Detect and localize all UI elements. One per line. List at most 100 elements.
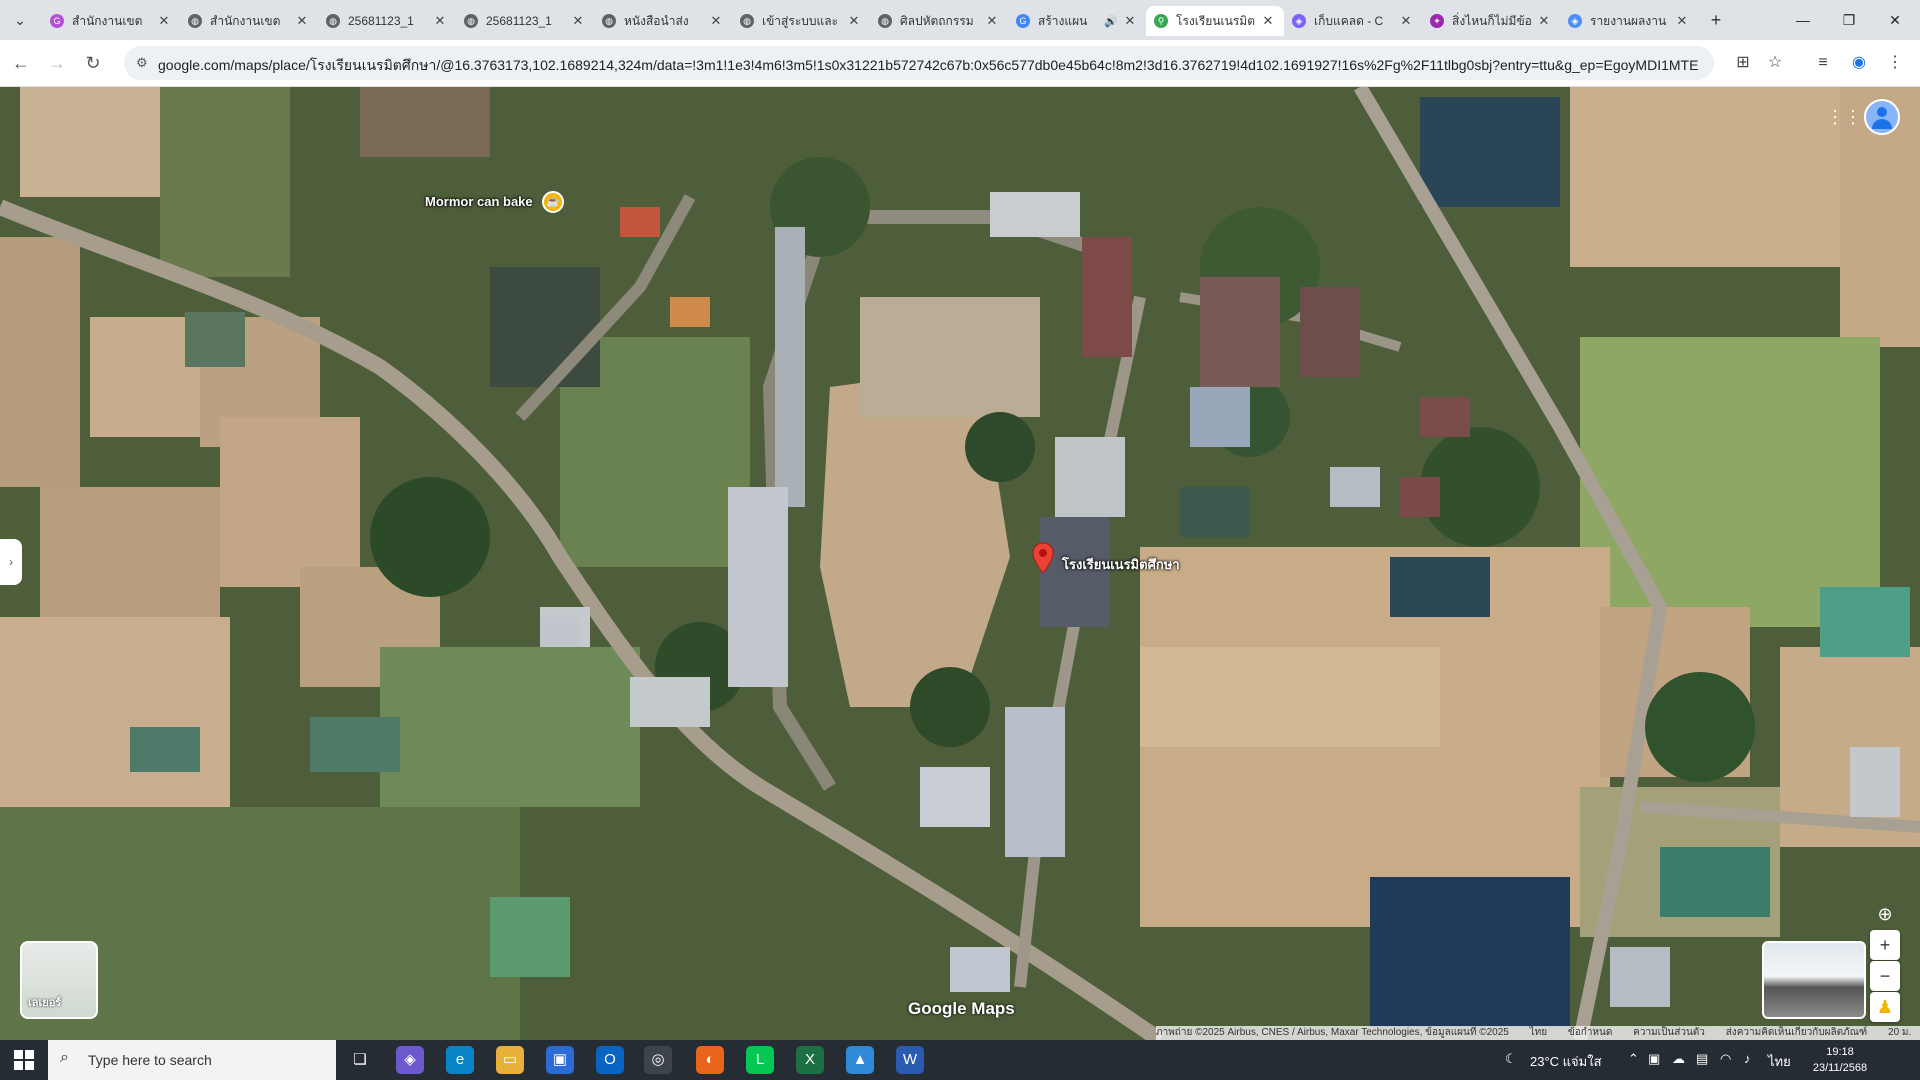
tray-app-icon[interactable]: ▣ (1648, 1051, 1660, 1067)
site-info-icon[interactable]: ⚙ (136, 55, 152, 71)
pegman-icon[interactable]: ♟ (1870, 992, 1900, 1022)
address-bar[interactable]: ⚙ google.com/maps/place/โรงเรียนเนรมิตศึ… (124, 46, 1714, 80)
chrome-app-icon[interactable]: ◎ (644, 1046, 672, 1074)
browser-tab[interactable]: ◍ 25681123_1 ✕ (456, 6, 594, 36)
bookmark-star-icon[interactable]: ☆ (1764, 52, 1786, 74)
expand-side-panel-button[interactable]: › (0, 539, 22, 585)
browser-tab[interactable]: ◍ 25681123_1 ✕ (318, 6, 456, 36)
place-label[interactable]: โรงเรียนเนรมิตศึกษา (1062, 554, 1180, 575)
volume-icon[interactable]: ♪ (1744, 1051, 1751, 1066)
browser-toolbar: ← → ↻ ⚙ google.com/maps/place/โรงเรียนเน… (0, 40, 1920, 87)
firefox-app-icon[interactable]: ◐ (696, 1046, 724, 1074)
browser-tab[interactable]: ◈ เก็บแคลด - C ✕ (1284, 6, 1422, 36)
new-tab-button[interactable]: + (1706, 10, 1726, 30)
edge-app-icon[interactable]: e (446, 1046, 474, 1074)
browser-tab[interactable]: ◍ เข้าสู่ระบบและ ✕ (732, 6, 870, 36)
photos-app-icon[interactable]: ▲ (846, 1046, 874, 1074)
google-icon: G (1016, 14, 1030, 28)
globe-icon: ◍ (602, 14, 616, 28)
restore-button[interactable]: ❐ (1826, 8, 1872, 32)
language-link[interactable]: ไทย (1530, 1027, 1547, 1038)
map-attribution: ภาพถ่าย ©2025 Airbus, CNES / Airbus, Max… (1156, 1026, 1920, 1040)
close-tab-icon[interactable]: ✕ (1122, 13, 1138, 29)
excel-app-icon[interactable]: X (796, 1046, 824, 1074)
grammarly-icon: G (50, 14, 64, 28)
taskbar-search-box[interactable]: ⌕ Type here to search (48, 1040, 336, 1080)
browser-tab[interactable]: G สร้างแผน 🔊 ✕ (1008, 6, 1146, 36)
display-icon[interactable]: ▤ (1696, 1051, 1708, 1067)
browser-tab[interactable]: ◍ สำนักงานเขต ✕ (180, 6, 318, 36)
feedback-link[interactable]: ส่งความคิดเห็นเกี่ยวกับผลิตภัณฑ์ (1726, 1027, 1868, 1038)
close-tab-icon[interactable]: ✕ (570, 13, 586, 29)
install-app-icon[interactable]: ⊞ (1732, 52, 1754, 74)
close-tab-icon[interactable]: ✕ (708, 13, 724, 29)
browser-tab[interactable]: ◍ หนังสือนำส่ง ✕ (594, 6, 732, 36)
globe-icon: ◍ (878, 14, 892, 28)
close-tab-icon[interactable]: ✕ (432, 13, 448, 29)
taskbar-clock[interactable]: 19:18 23/11/2568 (1800, 1044, 1880, 1076)
close-tab-icon[interactable]: ✕ (1398, 13, 1414, 29)
reload-button[interactable]: ↻ (82, 52, 104, 74)
zoom-out-button[interactable]: − (1870, 961, 1900, 991)
input-language[interactable]: ไทย (1768, 1051, 1791, 1072)
close-tab-icon[interactable]: ✕ (156, 13, 172, 29)
close-tab-icon[interactable]: ✕ (984, 13, 1000, 29)
browser-tab[interactable]: ◈ รายงานผลงาน ✕ (1560, 6, 1698, 36)
wifi-icon[interactable]: ◠ (1720, 1051, 1731, 1067)
close-tab-icon[interactable]: ✕ (1674, 13, 1690, 29)
browser-tab[interactable]: ◍ ศิลปหัตถกรรม ✕ (870, 6, 1008, 36)
layers-button[interactable]: เลเยอร์ (20, 941, 98, 1019)
back-button[interactable]: ← (10, 52, 32, 74)
browser-tab[interactable]: ✦ สิ่งไหนก็ไม่มีข้อ ✕ (1422, 6, 1560, 36)
outlook-app-icon[interactable]: O (596, 1046, 624, 1074)
copilot-app-icon[interactable]: ◈ (396, 1046, 424, 1074)
task-view-icon[interactable]: ❏ (346, 1046, 374, 1074)
weather-icon[interactable]: ☾ (1505, 1051, 1517, 1067)
media-control-icon[interactable]: ≡ (1812, 52, 1834, 74)
windows-start-icon[interactable] (14, 1050, 34, 1070)
tab-title: สิ่งไหนก็ไม่มีข้อ (1452, 13, 1532, 28)
scale-bar[interactable]: 20 ม. (1888, 1027, 1911, 1038)
close-tab-icon[interactable]: ✕ (1260, 13, 1276, 29)
close-tab-icon[interactable]: ✕ (294, 13, 310, 29)
tray-chevron-icon[interactable]: ⌃ (1628, 1051, 1639, 1067)
onedrive-icon[interactable]: ☁ (1672, 1051, 1685, 1067)
terms-link[interactable]: ข้อกำหนด (1568, 1027, 1612, 1038)
store-app-icon[interactable]: ▣ (546, 1046, 574, 1074)
browser-tab[interactable]: G สำนักงานเขต ✕ (42, 6, 180, 36)
forward-button[interactable]: → (46, 52, 68, 74)
tab-search-chevron-icon[interactable]: ⌄ (10, 10, 30, 30)
cafe-poi-icon[interactable]: ☕ (542, 191, 564, 213)
word-app-icon[interactable]: W (896, 1046, 924, 1074)
satellite-map[interactable]: ⋮⋮ › Mormor can bake ☕ โรงเรียนเนรมิตศึก… (0, 87, 1920, 1040)
street-view-thumbnail[interactable] (1762, 941, 1866, 1019)
file-explorer-icon[interactable]: ▭ (496, 1046, 524, 1074)
profile-icon[interactable]: ◉ (1848, 52, 1870, 74)
chat-icon: ✦ (1430, 14, 1444, 28)
chrome-menu-icon[interactable]: ⋮ (1884, 52, 1906, 74)
account-avatar[interactable] (1864, 99, 1900, 135)
my-location-icon[interactable]: ⊕ (1870, 899, 1900, 929)
tab-title: หนังสือนำส่ง (624, 13, 689, 28)
tab-title: สำนักงานเขต (72, 13, 143, 28)
close-window-button[interactable]: ✕ (1872, 8, 1918, 32)
close-tab-icon[interactable]: ✕ (1536, 13, 1552, 29)
google-maps-logo: Google Maps (908, 999, 1015, 1018)
zoom-in-button[interactable]: + (1870, 930, 1900, 960)
minimize-button[interactable]: — (1780, 8, 1826, 32)
poi-label[interactable]: Mormor can bake (425, 194, 533, 209)
weather-text[interactable]: 23°C แจ่มใส (1530, 1051, 1602, 1072)
copilot-icon: ◈ (1568, 14, 1582, 28)
close-tab-icon[interactable]: ✕ (846, 13, 862, 29)
tab-title: 25681123_1 (486, 14, 552, 28)
line-app-icon[interactable]: L (746, 1046, 774, 1074)
google-apps-icon[interactable]: ⋮⋮ (1826, 107, 1862, 127)
speaker-icon[interactable]: 🔊 (1104, 15, 1118, 28)
url-text[interactable]: google.com/maps/place/โรงเรียนเนรมิตศึกษ… (158, 55, 1698, 77)
clock-date: 23/11/2568 (1812, 1062, 1868, 1074)
satellite-imagery (0, 87, 1920, 1040)
globe-icon: ◍ (326, 14, 340, 28)
privacy-link[interactable]: ความเป็นส่วนตัว (1633, 1027, 1705, 1038)
tab-title: รายงานผลงาน (1590, 13, 1667, 28)
browser-tab[interactable]: ⚲ โรงเรียนเนรมิต ✕ (1146, 6, 1284, 36)
